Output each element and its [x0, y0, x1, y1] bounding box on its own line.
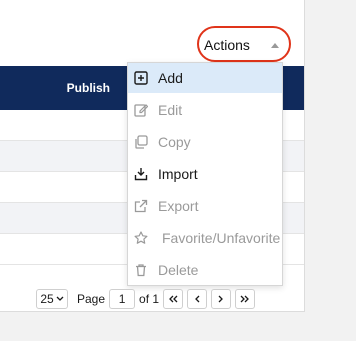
menu-item-label: Export [158, 198, 199, 214]
chevron-right-icon [218, 295, 223, 303]
menu-item-label: Import [158, 166, 198, 182]
chevron-down-icon [56, 296, 64, 301]
plus-square-icon [134, 71, 148, 85]
menu-item-copy[interactable]: Copy [128, 127, 282, 157]
page-size-select[interactable]: 25 [36, 289, 68, 309]
copy-icon [134, 135, 148, 149]
star-icon [134, 231, 148, 245]
first-page-button[interactable] [163, 289, 184, 309]
menu-item-export[interactable]: Export [128, 191, 282, 221]
menu-item-label: Favorite/Unfavorite [162, 230, 281, 246]
pagination-bar: 25 Page 1 of 1 [36, 288, 256, 310]
chevron-left-icon [195, 295, 200, 303]
double-chevron-left-icon [169, 295, 178, 303]
caret-up-icon [271, 43, 279, 48]
export-icon [134, 199, 148, 213]
trash-icon [134, 263, 148, 277]
page-number-input[interactable]: 1 [109, 289, 136, 309]
menu-item-import[interactable]: Import [128, 159, 282, 189]
actions-menu: Add Edit Copy Import Export Favorite/Unf… [127, 62, 283, 286]
menu-item-add[interactable]: Add [128, 63, 282, 93]
menu-item-label: Edit [158, 102, 183, 118]
menu-item-edit[interactable]: Edit [128, 95, 282, 125]
actions-button[interactable]: Actions [204, 33, 284, 57]
page-size-value: 25 [40, 292, 54, 306]
menu-item-label: Copy [158, 134, 191, 150]
menu-item-delete[interactable]: Delete [128, 255, 282, 285]
menu-item-label: Delete [158, 262, 199, 278]
menu-item-favorite[interactable]: Favorite/Unfavorite [128, 223, 282, 253]
page-label: Page [77, 292, 106, 306]
last-page-button[interactable] [235, 289, 256, 309]
double-chevron-right-icon [240, 295, 249, 303]
next-page-button[interactable] [211, 289, 232, 309]
import-icon [134, 167, 148, 181]
menu-item-label: Add [158, 70, 183, 86]
actions-label: Actions [204, 37, 250, 53]
prev-page-button[interactable] [187, 289, 208, 309]
column-header-publish[interactable]: Publish [67, 66, 110, 110]
edit-icon [134, 103, 148, 117]
page-total-label: of 1 [139, 292, 160, 306]
